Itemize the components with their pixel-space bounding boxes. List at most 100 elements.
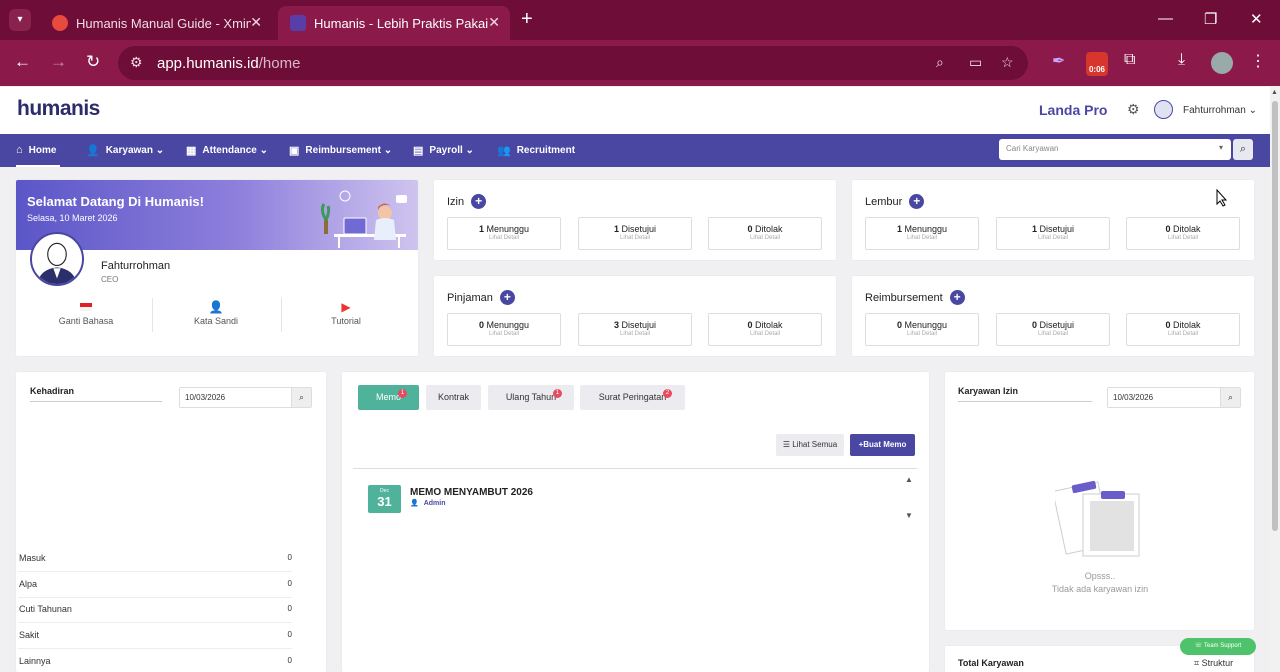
close-window-icon[interactable]: ✕ <box>1250 10 1263 28</box>
new-tab-icon[interactable]: + <box>521 8 533 31</box>
action-label: Tutorial <box>331 316 361 326</box>
scroll-up-icon[interactable]: ▲ <box>905 475 913 484</box>
status-label: Disetujui <box>621 224 657 234</box>
search-button[interactable]: ⌕ <box>1233 139 1253 160</box>
lembur-title: Lembur + <box>865 194 925 209</box>
extension-feather-icon[interactable]: ✒ <box>1052 51 1065 71</box>
nav-home[interactable]: ⌂ Home <box>16 144 61 167</box>
nav-karyawan[interactable]: 👤 Karyawan ⌄ <box>86 144 164 157</box>
menu-kebab-icon[interactable]: ⋮ <box>1250 51 1266 71</box>
nav-label: Reimbursement <box>305 145 381 156</box>
buat-memo-button[interactable]: +Buat Memo <box>850 434 915 456</box>
count: 1 <box>478 224 484 234</box>
user-name: Fahturrohman <box>1183 105 1246 116</box>
memo-card <box>342 372 929 672</box>
app-header: humanis Landa Pro ⚙ Fahturrohman ⌄ <box>0 87 1270 134</box>
browser-tab-2[interactable]: Humanis - Lebih Praktis Pakai HR ✕ <box>278 6 510 40</box>
kehadiran-date-input[interactable]: 10/03/2026 <box>179 387 293 408</box>
pinjaman-title: Pinjaman + <box>447 290 515 305</box>
tab-list-button[interactable]: ▾ <box>9 9 31 31</box>
tutorial-button[interactable]: ▶ Tutorial <box>281 300 411 327</box>
add-reimbursement-button[interactable]: + <box>949 290 965 305</box>
memo-title[interactable]: MEMO MENYAMBUT 2026 <box>410 487 533 498</box>
izin-disetujui[interactable]: 1 Disetujui Lihat Detail <box>578 217 692 250</box>
reimbursement-ditolak[interactable]: 0 Ditolak Lihat Detail <box>1126 313 1240 346</box>
browser-tab-1[interactable]: Humanis Manual Guide - Xmind ✕ <box>40 6 272 40</box>
minimize-icon[interactable]: — <box>1158 10 1173 27</box>
download-icon[interactable]: ⤓ <box>1178 51 1185 69</box>
lembur-disetujui[interactable]: 1 Disetujui Lihat Detail <box>996 217 1110 250</box>
lembur-ditolak[interactable]: 0 Ditolak Lihat Detail <box>1126 217 1240 250</box>
user-silhouette-icon <box>37 242 77 284</box>
reimbursement-disetujui[interactable]: 0 Disetujui Lihat Detail <box>996 313 1110 346</box>
settings-gear-icon[interactable]: ⚙ <box>1127 101 1140 118</box>
tab-surat-peringatan[interactable]: Surat Peringatan 2 <box>580 385 685 410</box>
profile-avatar[interactable] <box>1211 52 1233 74</box>
change-password-button[interactable]: 👤 Kata Sandi <box>151 300 281 327</box>
xmind-favicon-icon <box>52 15 68 31</box>
pinjaman-disetujui[interactable]: 3 Disetujui Lihat Detail <box>578 313 692 346</box>
karyawan-izin-search-button[interactable]: ⌕ <box>1220 387 1241 408</box>
detail-link: Lihat Detail <box>906 331 938 337</box>
employee-search-input[interactable]: Cari Karyawan ▾ <box>999 139 1231 160</box>
struktur-link[interactable]: ⌗ Struktur <box>1194 658 1233 669</box>
reload-icon[interactable]: ↻ <box>86 52 100 72</box>
scrollbar-thumb[interactable] <box>1272 101 1278 531</box>
user-menu[interactable]: Fahturrohman ⌄ <box>1183 105 1257 116</box>
lihat-semua-button[interactable]: ☰ Lihat Semua <box>776 434 844 456</box>
count: 0 <box>478 320 484 330</box>
karyawan-izin-date-input[interactable]: 10/03/2026 <box>1107 387 1221 408</box>
title-underline <box>958 401 1092 402</box>
page-scrollbar[interactable]: ▲ <box>1270 87 1280 672</box>
title-underline <box>30 401 162 402</box>
user-avatar[interactable] <box>1154 100 1173 119</box>
bookmark-star-icon[interactable]: ☆ <box>1001 54 1014 71</box>
close-tab-icon[interactable]: ✕ <box>488 14 500 31</box>
row-label: Alpa <box>19 579 38 589</box>
izin-menunggu[interactable]: 1 Menunggu Lihat Detail <box>447 217 561 250</box>
change-language-button[interactable]: Ganti Bahasa <box>21 300 151 327</box>
close-tab-icon[interactable]: ✕ <box>250 14 262 31</box>
tab-memo[interactable]: Memo 1 <box>358 385 419 410</box>
pinjaman-ditolak[interactable]: 0 Ditolak Lihat Detail <box>708 313 822 346</box>
izin-ditolak[interactable]: 0 Ditolak Lihat Detail <box>708 217 822 250</box>
nav-attendance[interactable]: ▦ Attendance ⌄ <box>186 144 268 157</box>
nav-reimbursement[interactable]: ▣ Reimbursement ⌄ <box>289 144 392 157</box>
team-support-button[interactable]: ☏ Team Support <box>1180 638 1256 655</box>
scroll-down-icon[interactable]: ▼ <box>905 511 913 520</box>
timer-extension[interactable]: 0:06 <box>1086 52 1108 76</box>
company-name: Landa Pro <box>1039 102 1108 118</box>
empty-clipboard-illustration <box>1055 480 1140 557</box>
status-label: Menunggu <box>486 224 530 234</box>
address-bar[interactable]: ⚙ app.humanis.id/home ⌕ ▭ ☆ <box>118 46 1028 80</box>
extensions-puzzle-icon[interactable]: ⧉ <box>1124 51 1135 69</box>
install-app-icon[interactable]: ▭ <box>969 54 982 71</box>
kehadiran-search-button[interactable]: ⌕ <box>291 387 312 408</box>
nav-payroll[interactable]: ▤ Payroll ⌄ <box>413 144 474 157</box>
memo-count-badge: 1 <box>398 389 407 398</box>
restore-icon[interactable]: ❐ <box>1204 10 1217 28</box>
zoom-icon[interactable]: ⌕ <box>936 54 944 71</box>
nav-recruitment[interactable]: 👥 Recruitment <box>497 144 575 157</box>
card-title: Izin <box>447 195 465 208</box>
url-text: app.humanis.id/home <box>157 55 300 72</box>
back-icon[interactable]: ← <box>14 52 31 72</box>
count: 0 <box>1165 320 1171 330</box>
tab-ulang-tahun[interactable]: Ulang Tahun 1 <box>488 385 574 410</box>
status-label: Ditolak <box>1173 224 1201 234</box>
humanis-logo[interactable]: humanis <box>17 97 100 121</box>
add-izin-button[interactable]: + <box>471 194 487 209</box>
row-value: 0 <box>287 656 292 665</box>
forward-icon[interactable]: → <box>50 52 67 72</box>
add-pinjaman-button[interactable]: + <box>499 290 515 305</box>
reimbursement-menunggu[interactable]: 0 Menunggu Lihat Detail <box>865 313 979 346</box>
scroll-up-icon[interactable]: ▲ <box>1271 89 1278 96</box>
user-check-icon: 👤 <box>86 145 100 157</box>
status-label: Ditolak <box>755 320 783 330</box>
add-lembur-button[interactable]: + <box>909 194 925 209</box>
site-settings-icon[interactable]: ⚙ <box>130 54 143 71</box>
row-label: Cuti Tahunan <box>19 604 72 614</box>
tab-kontrak[interactable]: Kontrak <box>426 385 481 410</box>
lembur-menunggu[interactable]: 1 Menunggu Lihat Detail <box>865 217 979 250</box>
pinjaman-menunggu[interactable]: 0 Menunggu Lihat Detail <box>447 313 561 346</box>
